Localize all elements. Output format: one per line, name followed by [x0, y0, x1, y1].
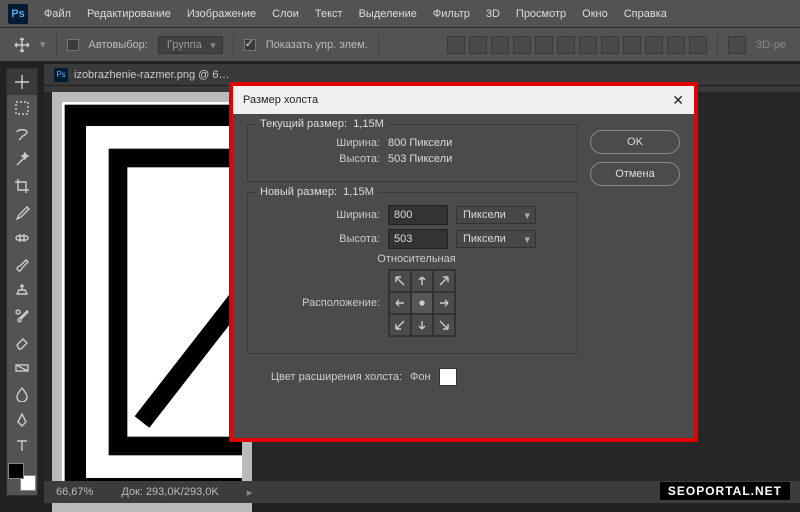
new-height-input[interactable] — [388, 229, 448, 249]
align-icon[interactable] — [689, 36, 707, 54]
app-logo: Ps — [8, 4, 28, 24]
extension-color-swatch[interactable] — [439, 368, 457, 386]
doc-size-info: Док: 293,0K/293,0K — [121, 486, 218, 498]
marquee-tool[interactable] — [7, 95, 37, 121]
dialog-title-text: Размер холста — [243, 94, 318, 106]
anchor-sw[interactable] — [389, 314, 411, 336]
current-height-value: 503 Пиксели — [388, 153, 452, 165]
menu-image[interactable]: Изображение — [187, 8, 256, 20]
anchor-se[interactable] — [433, 314, 455, 336]
new-width-input[interactable] — [388, 205, 448, 225]
anchor-s[interactable] — [411, 314, 433, 336]
brush-tool[interactable] — [7, 251, 37, 277]
menu-select[interactable]: Выделение — [359, 8, 417, 20]
anchor-grid[interactable] — [388, 269, 456, 337]
menu-help[interactable]: Справка — [624, 8, 667, 20]
healing-brush-tool[interactable] — [7, 225, 37, 251]
three-d-label: 3D-ре — [756, 39, 786, 51]
canvas[interactable] — [52, 92, 252, 512]
current-width-label: Ширина: — [260, 137, 380, 149]
auto-select-label: Автовыбор: — [89, 39, 148, 51]
menu-layers[interactable]: Слои — [272, 8, 299, 20]
show-transform-controls-checkbox[interactable] — [244, 39, 256, 51]
gradient-tool[interactable] — [7, 355, 37, 381]
auto-select-checkbox[interactable] — [67, 39, 79, 51]
height-unit-select[interactable]: Пиксели — [456, 230, 536, 248]
ok-button[interactable]: OK — [590, 130, 680, 154]
align-icon[interactable] — [667, 36, 685, 54]
anchor-n[interactable] — [411, 270, 433, 292]
align-icon[interactable] — [579, 36, 597, 54]
new-height-label: Высота: — [260, 233, 380, 245]
new-width-label: Ширина: — [260, 209, 380, 221]
move-tool[interactable] — [7, 69, 37, 95]
current-size-value: 1,15M — [353, 118, 384, 130]
extension-color-label: Цвет расширения холста: — [247, 371, 402, 383]
show-transform-controls-label: Показать упр. элем. — [266, 39, 368, 51]
magic-wand-tool[interactable] — [7, 147, 37, 173]
menu-filter[interactable]: Фильтр — [433, 8, 470, 20]
relative-label: Относительная — [377, 253, 455, 265]
options-bar: ▾ Автовыбор: Группа Показать упр. элем. … — [0, 28, 800, 62]
new-size-value: 1,15M — [343, 186, 374, 198]
align-icon[interactable] — [469, 36, 487, 54]
doc-tab-icon: Ps — [54, 68, 68, 82]
width-unit-select[interactable]: Пиксели — [456, 206, 536, 224]
anchor-label: Расположение: — [260, 297, 380, 309]
eyedropper-tool[interactable] — [7, 199, 37, 225]
new-size-group: Новый размер: 1,15M Ширина: Пиксели Высо… — [247, 192, 578, 354]
align-icon[interactable] — [645, 36, 663, 54]
current-height-label: Высота: — [260, 153, 380, 165]
new-size-legend: Новый размер: — [260, 186, 337, 198]
anchor-center[interactable] — [411, 292, 433, 314]
blur-tool[interactable] — [7, 381, 37, 407]
align-icon[interactable] — [491, 36, 509, 54]
anchor-e[interactable] — [433, 292, 455, 314]
align-icon[interactable] — [535, 36, 553, 54]
menu-edit[interactable]: Редактирование — [87, 8, 171, 20]
align-icon[interactable] — [447, 36, 465, 54]
menu-view[interactable]: Просмотр — [516, 8, 566, 20]
align-icon[interactable] — [557, 36, 575, 54]
lasso-tool[interactable] — [7, 121, 37, 147]
move-tool-icon — [14, 37, 30, 53]
watermark: SEOPORTAL.NET — [660, 482, 790, 500]
close-icon[interactable]: ✕ — [672, 92, 684, 109]
history-brush-tool[interactable] — [7, 303, 37, 329]
anchor-w[interactable] — [389, 292, 411, 314]
align-icon[interactable] — [728, 36, 746, 54]
document-tab-label: izobrazhenie-razmer.png @ 6… — [74, 69, 229, 81]
clone-stamp-tool[interactable] — [7, 277, 37, 303]
menu-file[interactable]: Файл — [44, 8, 71, 20]
eraser-tool[interactable] — [7, 329, 37, 355]
anchor-nw[interactable] — [389, 270, 411, 292]
current-size-group: Текущий размер: 1,15M Ширина: 800 Пиксел… — [247, 124, 578, 182]
color-swatches[interactable] — [8, 463, 36, 491]
cancel-button[interactable]: Отмена — [590, 162, 680, 186]
crop-tool[interactable] — [7, 173, 37, 199]
align-icon[interactable] — [601, 36, 619, 54]
current-size-legend: Текущий размер: — [260, 118, 347, 130]
canvas-size-dialog: Размер холста ✕ Текущий размер: 1,15M Ши… — [229, 82, 698, 442]
zoom-level[interactable]: 66,67% — [56, 486, 93, 498]
toolbox — [6, 68, 38, 496]
menu-bar: Ps Файл Редактирование Изображение Слои … — [0, 0, 800, 28]
menu-window[interactable]: Окно — [582, 8, 608, 20]
pen-tool[interactable] — [7, 407, 37, 433]
menu-text[interactable]: Текст — [315, 8, 343, 20]
extension-color-select[interactable]: Фон — [410, 371, 431, 383]
anchor-ne[interactable] — [433, 270, 455, 292]
auto-select-type-select[interactable]: Группа — [158, 36, 223, 54]
type-tool[interactable] — [7, 433, 37, 459]
align-icon[interactable] — [513, 36, 531, 54]
current-width-value: 800 Пиксели — [388, 137, 452, 149]
align-icon[interactable] — [623, 36, 641, 54]
menu-3d[interactable]: 3D — [486, 8, 500, 20]
dialog-titlebar: Размер холста ✕ — [233, 86, 694, 114]
